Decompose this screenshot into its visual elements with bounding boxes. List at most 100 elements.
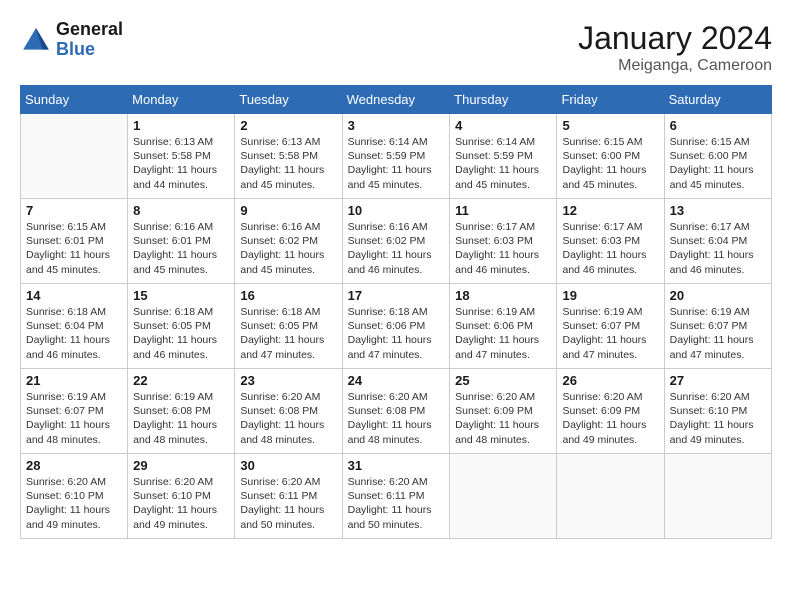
day-number: 5 bbox=[562, 118, 658, 133]
day-info: Sunrise: 6:20 AMSunset: 6:08 PMDaylight:… bbox=[240, 390, 336, 447]
day-info: Sunrise: 6:20 AMSunset: 6:09 PMDaylight:… bbox=[455, 390, 551, 447]
header-monday: Monday bbox=[128, 86, 235, 114]
calendar-table: SundayMondayTuesdayWednesdayThursdayFrid… bbox=[20, 85, 772, 539]
calendar-cell: 20Sunrise: 6:19 AMSunset: 6:07 PMDayligh… bbox=[664, 284, 771, 369]
calendar-cell: 8 Sunrise: 6:16 AMSunset: 6:01 PMDaylight… bbox=[128, 199, 235, 284]
calendar-cell: 28Sunrise: 6:20 AMSunset: 6:10 PMDayligh… bbox=[21, 454, 128, 539]
calendar-cell: 5 Sunrise: 6:15 AMSunset: 6:00 PMDaylight… bbox=[557, 114, 664, 199]
day-info: Sunrise: 6:20 AMSunset: 6:10 PMDaylight:… bbox=[670, 390, 766, 447]
calendar-cell: 17Sunrise: 6:18 AMSunset: 6:06 PMDayligh… bbox=[342, 284, 450, 369]
day-info: Sunrise: 6:15 AMSunset: 6:00 PMDaylight:… bbox=[670, 135, 766, 192]
day-info: Sunrise: 6:19 AMSunset: 6:06 PMDaylight:… bbox=[455, 305, 551, 362]
day-info: Sunrise: 6:19 AMSunset: 6:08 PMDaylight:… bbox=[133, 390, 229, 447]
day-number: 30 bbox=[240, 458, 336, 473]
day-number: 14 bbox=[26, 288, 122, 303]
day-number: 23 bbox=[240, 373, 336, 388]
calendar-cell: 10Sunrise: 6:16 AMSunset: 6:02 PMDayligh… bbox=[342, 199, 450, 284]
calendar-cell: 12Sunrise: 6:17 AMSunset: 6:03 PMDayligh… bbox=[557, 199, 664, 284]
day-info: Sunrise: 6:13 AMSunset: 5:58 PMDaylight:… bbox=[240, 135, 336, 192]
day-number: 20 bbox=[670, 288, 766, 303]
header-sunday: Sunday bbox=[21, 86, 128, 114]
day-info: Sunrise: 6:14 AMSunset: 5:59 PMDaylight:… bbox=[455, 135, 551, 192]
calendar-cell: 24Sunrise: 6:20 AMSunset: 6:08 PMDayligh… bbox=[342, 369, 450, 454]
calendar-cell: 3 Sunrise: 6:14 AMSunset: 5:59 PMDaylight… bbox=[342, 114, 450, 199]
calendar-cell: 2 Sunrise: 6:13 AMSunset: 5:58 PMDaylight… bbox=[235, 114, 342, 199]
logo-line1: General bbox=[56, 20, 123, 40]
day-info: Sunrise: 6:15 AMSunset: 6:00 PMDaylight:… bbox=[562, 135, 658, 192]
title-block: January 2024 Meiganga, Cameroon bbox=[578, 20, 772, 75]
day-number: 11 bbox=[455, 203, 551, 218]
calendar-cell: 9 Sunrise: 6:16 AMSunset: 6:02 PMDaylight… bbox=[235, 199, 342, 284]
day-number: 17 bbox=[348, 288, 445, 303]
day-info: Sunrise: 6:19 AMSunset: 6:07 PMDaylight:… bbox=[26, 390, 122, 447]
day-number: 6 bbox=[670, 118, 766, 133]
day-number: 26 bbox=[562, 373, 658, 388]
calendar-cell: 1Sunrise: 6:13 AMSunset: 5:58 PMDaylight… bbox=[128, 114, 235, 199]
day-number: 13 bbox=[670, 203, 766, 218]
day-info: Sunrise: 6:18 AMSunset: 6:05 PMDaylight:… bbox=[133, 305, 229, 362]
calendar-week-row: 7 Sunrise: 6:15 AMSunset: 6:01 PMDaylight… bbox=[21, 199, 772, 284]
day-number: 19 bbox=[562, 288, 658, 303]
calendar-cell: 4 Sunrise: 6:14 AMSunset: 5:59 PMDaylight… bbox=[450, 114, 557, 199]
calendar-cell: 29 Sunrise: 6:20 AMSunset: 6:10 PMDayligh… bbox=[128, 454, 235, 539]
day-number: 29 bbox=[133, 458, 229, 473]
calendar-cell: 30 Sunrise: 6:20 AMSunset: 6:11 PMDayligh… bbox=[235, 454, 342, 539]
day-info: Sunrise: 6:16 AMSunset: 6:02 PMDaylight:… bbox=[240, 220, 336, 277]
header-saturday: Saturday bbox=[664, 86, 771, 114]
calendar-cell: 26Sunrise: 6:20 AMSunset: 6:09 PMDayligh… bbox=[557, 369, 664, 454]
calendar-cell: 31Sunrise: 6:20 AMSunset: 6:11 PMDayligh… bbox=[342, 454, 450, 539]
day-info: Sunrise: 6:19 AMSunset: 6:07 PMDaylight:… bbox=[562, 305, 658, 362]
day-info: Sunrise: 6:17 AMSunset: 6:03 PMDaylight:… bbox=[562, 220, 658, 277]
calendar-subtitle: Meiganga, Cameroon bbox=[578, 57, 772, 75]
calendar-week-row: 14 Sunrise: 6:18 AMSunset: 6:04 PMDayligh… bbox=[21, 284, 772, 369]
logo: General Blue bbox=[20, 20, 123, 60]
day-info: Sunrise: 6:18 AMSunset: 6:04 PMDaylight:… bbox=[26, 305, 122, 362]
calendar-header-row: SundayMondayTuesdayWednesdayThursdayFrid… bbox=[21, 86, 772, 114]
calendar-cell: 18 Sunrise: 6:19 AMSunset: 6:06 PMDayligh… bbox=[450, 284, 557, 369]
calendar-title: January 2024 bbox=[578, 20, 772, 57]
calendar-cell: 13 Sunrise: 6:17 AMSunset: 6:04 PMDayligh… bbox=[664, 199, 771, 284]
day-number: 16 bbox=[240, 288, 336, 303]
day-number: 18 bbox=[455, 288, 551, 303]
day-number: 22 bbox=[133, 373, 229, 388]
header-tuesday: Tuesday bbox=[235, 86, 342, 114]
page-header: General Blue January 2024 Meiganga, Came… bbox=[20, 20, 772, 75]
calendar-cell bbox=[21, 114, 128, 199]
calendar-cell bbox=[450, 454, 557, 539]
calendar-cell bbox=[557, 454, 664, 539]
day-info: Sunrise: 6:14 AMSunset: 5:59 PMDaylight:… bbox=[348, 135, 445, 192]
day-info: Sunrise: 6:13 AMSunset: 5:58 PMDaylight:… bbox=[133, 135, 229, 192]
day-info: Sunrise: 6:17 AMSunset: 6:04 PMDaylight:… bbox=[670, 220, 766, 277]
calendar-week-row: 1Sunrise: 6:13 AMSunset: 5:58 PMDaylight… bbox=[21, 114, 772, 199]
header-thursday: Thursday bbox=[450, 86, 557, 114]
day-number: 7 bbox=[26, 203, 122, 218]
calendar-cell: 19 Sunrise: 6:19 AMSunset: 6:07 PMDayligh… bbox=[557, 284, 664, 369]
day-number: 21 bbox=[26, 373, 122, 388]
day-info: Sunrise: 6:20 AMSunset: 6:11 PMDaylight:… bbox=[348, 475, 445, 532]
day-number: 3 bbox=[348, 118, 445, 133]
day-number: 8 bbox=[133, 203, 229, 218]
day-number: 28 bbox=[26, 458, 122, 473]
calendar-cell: 25 Sunrise: 6:20 AMSunset: 6:09 PMDayligh… bbox=[450, 369, 557, 454]
day-info: Sunrise: 6:17 AMSunset: 6:03 PMDaylight:… bbox=[455, 220, 551, 277]
day-info: Sunrise: 6:18 AMSunset: 6:05 PMDaylight:… bbox=[240, 305, 336, 362]
calendar-week-row: 21 Sunrise: 6:19 AMSunset: 6:07 PMDayligh… bbox=[21, 369, 772, 454]
logo-line2: Blue bbox=[56, 40, 123, 60]
day-info: Sunrise: 6:15 AMSunset: 6:01 PMDaylight:… bbox=[26, 220, 122, 277]
day-info: Sunrise: 6:16 AMSunset: 6:01 PMDaylight:… bbox=[133, 220, 229, 277]
day-number: 9 bbox=[240, 203, 336, 218]
day-number: 4 bbox=[455, 118, 551, 133]
calendar-cell: 11 Sunrise: 6:17 AMSunset: 6:03 PMDayligh… bbox=[450, 199, 557, 284]
day-number: 2 bbox=[240, 118, 336, 133]
calendar-cell: 21 Sunrise: 6:19 AMSunset: 6:07 PMDayligh… bbox=[21, 369, 128, 454]
calendar-week-row: 28 Sunrise: 6:20 AMSunset: 6:10 PMDayligh… bbox=[21, 454, 772, 539]
day-info: Sunrise: 6:20 AMSunset: 6:11 PMDaylight:… bbox=[240, 475, 336, 532]
header-friday: Friday bbox=[557, 86, 664, 114]
day-info: Sunrise: 6:20 AMSunset: 6:10 PMDaylight:… bbox=[133, 475, 229, 532]
calendar-cell bbox=[664, 454, 771, 539]
calendar-cell: 6 Sunrise: 6:15 AMSunset: 6:00 PMDaylight… bbox=[664, 114, 771, 199]
calendar-cell: 14 Sunrise: 6:18 AMSunset: 6:04 PMDayligh… bbox=[21, 284, 128, 369]
calendar-cell: 16 Sunrise: 6:18 AMSunset: 6:05 PMDayligh… bbox=[235, 284, 342, 369]
calendar-cell: 23 Sunrise: 6:20 AMSunset: 6:08 PMDayligh… bbox=[235, 369, 342, 454]
day-number: 25 bbox=[455, 373, 551, 388]
